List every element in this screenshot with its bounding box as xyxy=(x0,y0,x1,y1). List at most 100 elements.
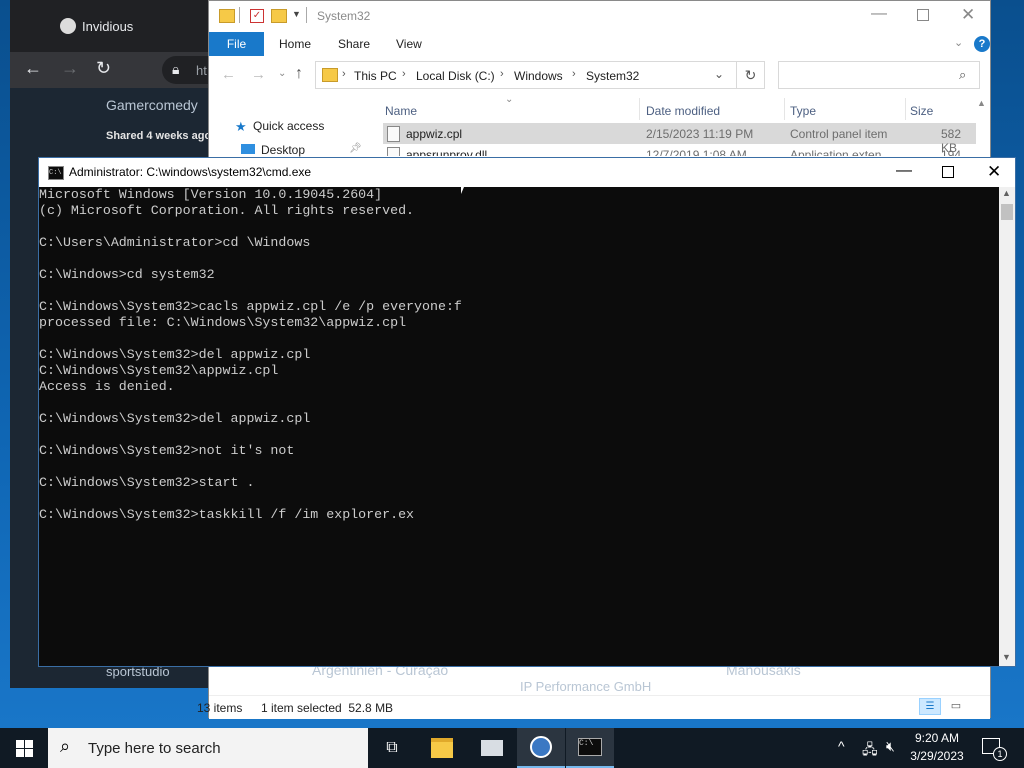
file-size: 194 KB xyxy=(941,148,962,156)
nav-quick-access[interactable]: Quick access xyxy=(253,119,324,133)
lock-icon: 🔒︎ xyxy=(172,61,180,77)
ribbon-expand-icon[interactable]: ⌄ xyxy=(954,36,963,49)
sort-chevron-icon: ⌄ xyxy=(505,94,514,105)
scrollbar-thumb[interactable] xyxy=(1001,204,1013,220)
search-icon: ⌕ xyxy=(959,67,967,82)
notification-count-badge: 1 xyxy=(993,747,1007,761)
channel-name[interactable]: Gamercomedy xyxy=(106,97,198,113)
properties-check-icon[interactable]: ✓ xyxy=(250,9,264,23)
file-type: Control panel item xyxy=(790,127,888,141)
cmd-icon: C:\ xyxy=(578,738,602,756)
help-icon[interactable]: ? xyxy=(974,36,990,52)
scroll-down-arrow-icon[interactable]: ▼ xyxy=(1002,652,1011,662)
cmd-console[interactable]: Microsoft Windows [Version 10.0.19045.26… xyxy=(39,187,999,666)
breadcrumb-this-pc[interactable]: This PC xyxy=(354,69,397,83)
column-divider xyxy=(905,98,906,120)
vertical-scrollbar[interactable]: ▲ ▼ xyxy=(999,187,1015,666)
recent-locations-icon[interactable]: ⌄ xyxy=(278,68,286,79)
breadcrumb-system32[interactable]: System32 xyxy=(586,69,639,83)
close-button[interactable]: ✕ xyxy=(961,5,975,25)
folder-icon xyxy=(322,68,338,82)
divider xyxy=(239,7,240,23)
start-button[interactable] xyxy=(0,728,48,768)
column-header-type[interactable]: Type xyxy=(790,104,816,118)
search-input[interactable]: ⌕ xyxy=(778,61,980,89)
details-view-icon[interactable]: ☰ xyxy=(919,698,941,715)
table-row[interactable]: appsrunprov.dll 12/7/2019 1:08 AM Applic… xyxy=(383,144,976,156)
search-icon: ⌕ xyxy=(60,736,71,756)
show-hidden-icons-chevron-icon[interactable]: ^ xyxy=(838,738,845,754)
volume-muted-icon[interactable]: 🔇︎ xyxy=(886,738,895,755)
file-name: appsrunprov.dll xyxy=(406,148,488,156)
chevron-right-icon: › xyxy=(342,68,346,80)
status-selection: 1 item selected 52.8 MB xyxy=(261,701,394,715)
scroll-up-arrow-icon[interactable]: ▲ xyxy=(1002,188,1011,198)
address-dropdown-icon[interactable]: ⌄ xyxy=(714,67,724,81)
column-header-date[interactable]: Date modified xyxy=(646,104,720,118)
column-header-name[interactable]: Name xyxy=(385,104,417,118)
maximize-button[interactable] xyxy=(942,166,954,178)
address-bar[interactable]: › This PC › Local Disk (C:) › Windows › … xyxy=(315,61,737,89)
back-arrow-icon[interactable]: ← xyxy=(221,66,236,83)
clock-time[interactable]: 9:20 AM xyxy=(908,731,966,745)
task-view-button[interactable]: ⧉ xyxy=(368,728,416,768)
ribbon-tab-home[interactable]: Home xyxy=(279,37,311,51)
chevron-right-icon: › xyxy=(572,68,576,80)
windows-logo-icon xyxy=(15,739,33,757)
up-arrow-icon[interactable]: ↑ xyxy=(295,65,303,83)
chevron-right-icon: › xyxy=(402,68,406,80)
new-folder-icon[interactable] xyxy=(271,9,287,23)
taskbar-cmd[interactable]: C:\ xyxy=(566,728,614,768)
column-divider xyxy=(639,98,640,120)
file-date: 12/7/2019 1:08 AM xyxy=(646,148,747,156)
close-button[interactable]: ✕ xyxy=(987,162,1001,182)
forward-arrow-icon[interactable]: → xyxy=(61,58,79,79)
breadcrumb-windows[interactable]: Windows xyxy=(514,69,563,83)
video-channel-label[interactable]: IP Performance GmbH xyxy=(520,679,651,694)
large-icons-view-icon[interactable]: ▭ xyxy=(945,698,967,715)
minimize-button[interactable]: — xyxy=(871,5,887,23)
explorer-window-title: System32 xyxy=(317,9,371,23)
folder-icon xyxy=(219,9,235,23)
divider xyxy=(306,7,307,23)
task-view-icon: ⧉ xyxy=(386,739,398,756)
column-header-size[interactable]: Size xyxy=(910,104,933,118)
explorer-content: ⌄ Name Date modified Type Size ▲ ★ Quick… xyxy=(209,94,990,157)
table-row[interactable]: appwiz.cpl 2/15/2023 11:19 PM Control pa… xyxy=(383,123,976,155)
taskbar-mail[interactable] xyxy=(468,728,516,768)
back-arrow-icon[interactable]: ← xyxy=(24,58,42,79)
pin-icon: 📌︎ xyxy=(349,143,362,154)
refresh-icon[interactable]: ↻ xyxy=(737,61,765,89)
explorer-title-bar: ✓ ▼ System32 — ✕ xyxy=(209,1,990,32)
file-name: appwiz.cpl xyxy=(406,127,463,141)
file-date: 2/15/2023 11:19 PM xyxy=(646,127,754,141)
taskbar-file-explorer[interactable] xyxy=(418,728,466,768)
desktop-icon xyxy=(241,144,255,154)
scroll-up-arrow-icon[interactable]: ▲ xyxy=(977,98,986,108)
ribbon-tab-share[interactable]: Share xyxy=(338,37,370,51)
quick-access-toolbar-dropdown-icon[interactable]: ▼ xyxy=(292,9,301,19)
ribbon-tab-file[interactable]: File xyxy=(209,32,264,56)
ribbon-tab-view[interactable]: View xyxy=(396,37,422,51)
search-placeholder: Type here to search xyxy=(88,740,221,757)
taskbar-browser[interactable] xyxy=(517,728,565,768)
column-divider xyxy=(784,98,785,120)
forward-arrow-icon[interactable]: → xyxy=(251,66,266,83)
nav-desktop[interactable]: Desktop xyxy=(261,143,305,157)
explorer-status-bar: 13 items 1 item selected 52.8 MB ☰ ▭ xyxy=(197,695,990,719)
maximize-button[interactable] xyxy=(917,9,929,21)
browser-tab-title[interactable]: Invidious xyxy=(82,19,133,34)
minimize-button[interactable]: — xyxy=(896,162,912,180)
taskbar-search-box[interactable]: ⌕ Type here to search xyxy=(48,728,368,768)
cmd-title-bar[interactable]: C:\ Administrator: C:\windows\system32\c… xyxy=(39,158,1015,187)
shared-date: Shared 4 weeks ago xyxy=(106,130,212,142)
breadcrumb-local-disk[interactable]: Local Disk (C:) xyxy=(416,69,495,83)
cmd-window-title: Administrator: C:\windows\system32\cmd.e… xyxy=(69,165,312,179)
console-output: Microsoft Windows [Version 10.0.19045.26… xyxy=(39,187,462,522)
reload-icon[interactable]: ↻ xyxy=(96,58,111,79)
clock-date[interactable]: 3/29/2023 xyxy=(908,749,966,763)
dll-file-icon xyxy=(387,147,400,156)
mouse-cursor xyxy=(461,180,467,194)
explorer-navigation-row: ← → ⌄ ↑ › This PC › Local Disk (C:) › Wi… xyxy=(209,56,990,96)
network-icon[interactable]: 🖧︎ xyxy=(862,739,878,763)
